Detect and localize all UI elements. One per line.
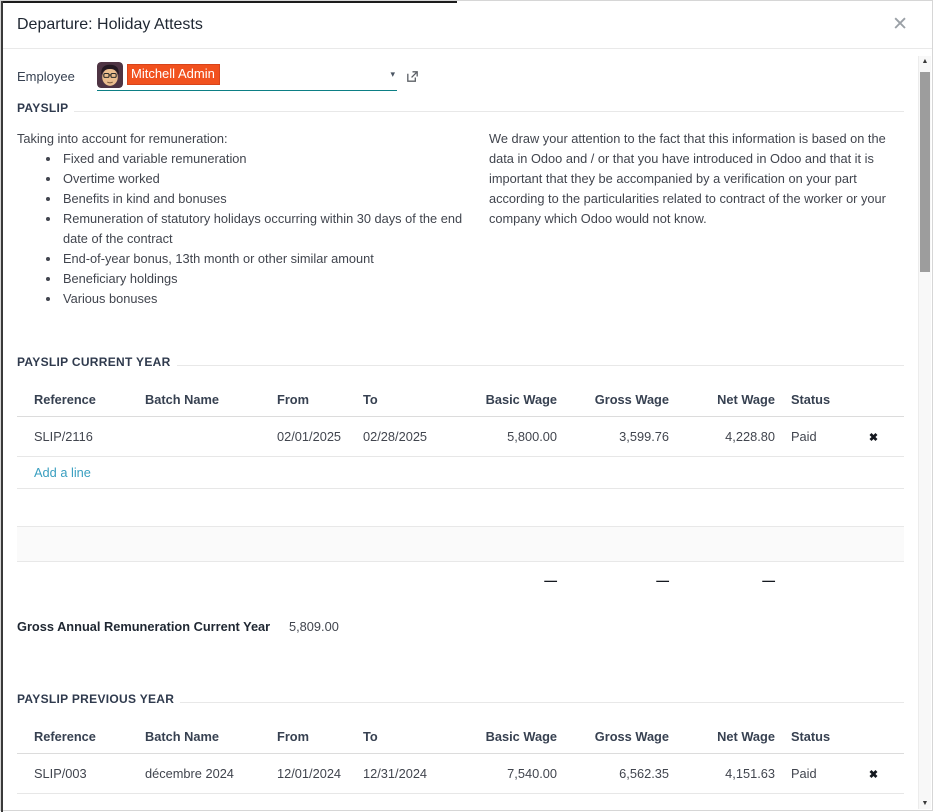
cell-to[interactable]: 02/28/2025 bbox=[355, 429, 455, 444]
table-row[interactable]: SLIP/003 décembre 2024 12/01/2024 12/31/… bbox=[17, 754, 904, 794]
cell-gross-wage[interactable]: 3,599.76 bbox=[565, 429, 677, 444]
list-item: Remuneration of statutory holidays occur… bbox=[61, 209, 463, 249]
separator-line bbox=[180, 702, 904, 703]
col-header-gross-wage[interactable]: Gross Wage bbox=[565, 729, 677, 744]
employee-label: Employee bbox=[17, 69, 97, 84]
separator-line bbox=[74, 111, 904, 112]
col-header-from[interactable]: From bbox=[269, 729, 355, 744]
add-line-row: Add a line bbox=[17, 457, 904, 489]
col-header-status[interactable]: Status bbox=[783, 392, 843, 407]
current-year-table: Reference Batch Name From To Basic Wage … bbox=[17, 383, 904, 598]
remuneration-list: Taking into account for remuneration: Fi… bbox=[17, 129, 463, 309]
total-net-wage: — bbox=[677, 573, 783, 588]
window-edge-left bbox=[1, 1, 3, 812]
list-item: End-of-year bonus, 13th month or other s… bbox=[61, 249, 463, 269]
remuneration-intro: Taking into account for remuneration: bbox=[17, 129, 463, 149]
modal-title: Departure: Holiday Attests bbox=[17, 16, 203, 34]
list-item: Benefits in kind and bonuses bbox=[61, 189, 463, 209]
col-header-to[interactable]: To bbox=[355, 392, 455, 407]
employee-value-selected[interactable]: Mitchell Admin bbox=[127, 64, 220, 85]
cell-batch-name[interactable]: décembre 2024 bbox=[137, 766, 269, 781]
external-link-icon[interactable] bbox=[405, 69, 420, 84]
cell-net-wage[interactable]: 4,228.80 bbox=[677, 429, 783, 444]
col-header-batch-name[interactable]: Batch Name bbox=[137, 729, 269, 744]
col-header-basic-wage[interactable]: Basic Wage bbox=[455, 392, 565, 407]
gross-annual-remuneration-value[interactable]: 5,809.00 bbox=[289, 619, 339, 634]
gross-annual-remuneration-label: Gross Annual Remuneration Current Year bbox=[17, 619, 289, 634]
payslip-section-title: PAYSLIP bbox=[17, 101, 68, 115]
cell-basic-wage[interactable]: 5,800.00 bbox=[455, 429, 565, 444]
col-header-gross-wage[interactable]: Gross Wage bbox=[565, 392, 677, 407]
cell-reference[interactable]: SLIP/2116 bbox=[17, 429, 137, 444]
spacer bbox=[17, 638, 904, 682]
table-header-row: Reference Batch Name From To Basic Wage … bbox=[17, 720, 904, 754]
table-header-row: Reference Batch Name From To Basic Wage … bbox=[17, 383, 904, 417]
col-header-status[interactable]: Status bbox=[783, 729, 843, 744]
totals-row: — — — bbox=[17, 562, 904, 598]
col-header-to[interactable]: To bbox=[355, 729, 455, 744]
chevron-down-icon[interactable]: ▾ bbox=[390, 69, 397, 80]
payslip-info-columns: Taking into account for remuneration: Fi… bbox=[17, 129, 904, 309]
scroll-down-icon[interactable]: ▼ bbox=[919, 800, 931, 807]
payslip-section-header: PAYSLIP bbox=[17, 101, 904, 115]
employee-field-row: Employee Mitchell Admin ▾ bbox=[17, 61, 904, 91]
list-item: Fixed and variable remuneration bbox=[61, 149, 463, 169]
col-header-batch-name[interactable]: Batch Name bbox=[137, 392, 269, 407]
gross-annual-remuneration-row: Gross Annual Remuneration Current Year 5… bbox=[17, 614, 904, 638]
scroll-up-icon[interactable]: ▲ bbox=[919, 58, 931, 65]
col-header-basic-wage[interactable]: Basic Wage bbox=[455, 729, 565, 744]
cell-to[interactable]: 12/31/2024 bbox=[355, 766, 455, 781]
col-header-reference[interactable]: Reference bbox=[17, 392, 137, 407]
total-gross-wage: — bbox=[565, 573, 677, 588]
delete-row-icon[interactable]: ✖ bbox=[869, 432, 878, 444]
list-item: Overtime worked bbox=[61, 169, 463, 189]
modal-body: Employee Mitchell Admin ▾ PAYSLIP bbox=[1, 49, 932, 794]
col-header-from[interactable]: From bbox=[269, 392, 355, 407]
vertical-scrollbar[interactable]: ▲ ▼ bbox=[918, 56, 931, 809]
cell-gross-wage[interactable]: 6,562.35 bbox=[565, 766, 677, 781]
previous-year-section-header: PAYSLIP PREVIOUS YEAR bbox=[17, 692, 904, 706]
attention-notice: We draw your attention to the fact that … bbox=[489, 129, 904, 309]
col-header-reference[interactable]: Reference bbox=[17, 729, 137, 744]
separator-line bbox=[177, 365, 904, 366]
delete-row-icon[interactable]: ✖ bbox=[869, 769, 878, 781]
scrollbar-thumb[interactable] bbox=[920, 72, 930, 272]
empty-row-band bbox=[17, 526, 904, 562]
col-header-net-wage[interactable]: Net Wage bbox=[677, 392, 783, 407]
departure-holiday-attests-modal: { "modal": { "title": "Departure: Holida… bbox=[0, 0, 933, 811]
modal-header: Departure: Holiday Attests ✕ bbox=[1, 1, 932, 49]
window-edge-top bbox=[1, 1, 457, 3]
add-a-line-link[interactable]: Add a line bbox=[34, 465, 91, 480]
cell-from[interactable]: 12/01/2024 bbox=[269, 766, 355, 781]
employee-avatar bbox=[97, 62, 123, 88]
cell-basic-wage[interactable]: 7,540.00 bbox=[455, 766, 565, 781]
cell-status[interactable]: Paid bbox=[783, 766, 843, 781]
cell-reference[interactable]: SLIP/003 bbox=[17, 766, 137, 781]
list-item: Various bonuses bbox=[61, 289, 463, 309]
list-item: Beneficiary holdings bbox=[61, 269, 463, 289]
table-row[interactable]: SLIP/2116 02/01/2025 02/28/2025 5,800.00… bbox=[17, 417, 904, 457]
cell-from[interactable]: 02/01/2025 bbox=[269, 429, 355, 444]
col-header-net-wage[interactable]: Net Wage bbox=[677, 729, 783, 744]
previous-year-table: Reference Batch Name From To Basic Wage … bbox=[17, 720, 904, 794]
current-year-section-header: PAYSLIP CURRENT YEAR bbox=[17, 355, 904, 369]
empty-space bbox=[17, 489, 904, 526]
current-year-section-title: PAYSLIP CURRENT YEAR bbox=[17, 355, 171, 369]
close-icon[interactable]: ✕ bbox=[888, 13, 912, 36]
previous-year-section-title: PAYSLIP PREVIOUS YEAR bbox=[17, 692, 174, 706]
total-basic-wage: — bbox=[455, 573, 565, 588]
cell-net-wage[interactable]: 4,151.63 bbox=[677, 766, 783, 781]
employee-input[interactable]: Mitchell Admin ▾ bbox=[97, 62, 397, 91]
cell-status[interactable]: Paid bbox=[783, 429, 843, 444]
